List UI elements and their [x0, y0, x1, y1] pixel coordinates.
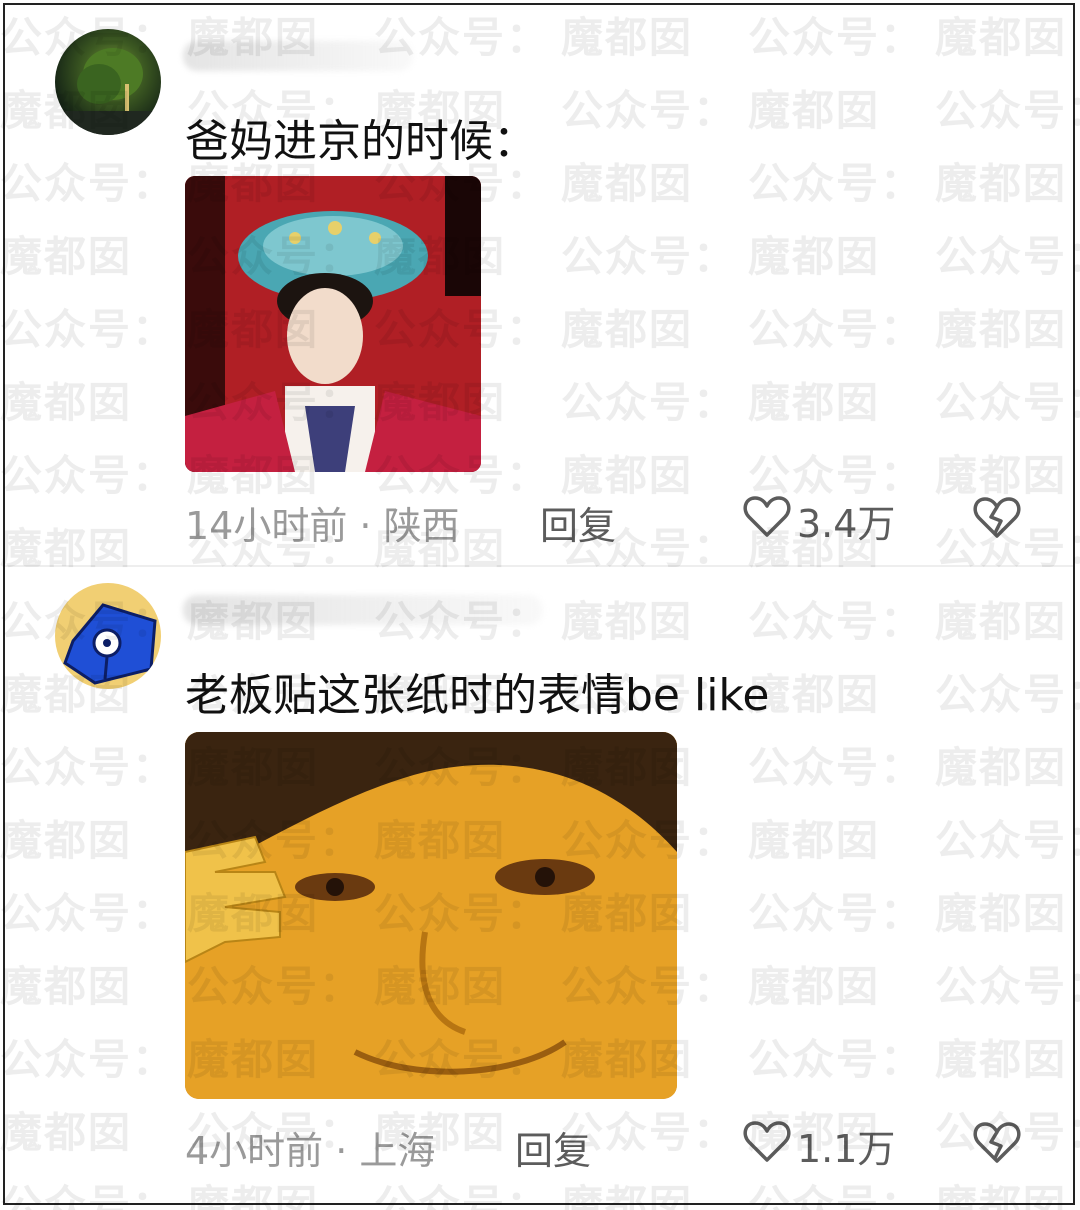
- heart-outline-icon: [743, 494, 791, 547]
- dislike-button[interactable]: [973, 495, 1021, 543]
- dislike-button[interactable]: [973, 1120, 1021, 1168]
- like-count: 1.1万: [797, 1127, 896, 1171]
- comment-image[interactable]: [185, 176, 481, 472]
- comment-item: 老板贴这张纸时的表情be like 4小时前 · 上海 回复 1.1万: [5, 565, 1073, 1203]
- reply-button[interactable]: 回复: [540, 495, 616, 550]
- comment-image[interactable]: [185, 732, 677, 1099]
- comment-item: 爸妈进京的时候： 14小时前 · 陕西 回复 3.4万: [5, 5, 1073, 565]
- avatar[interactable]: [55, 583, 161, 689]
- comment-list: 爸妈进京的时候： 14小时前 · 陕西 回复 3.4万 老板贴这张纸时的表情be…: [3, 3, 1075, 1205]
- username[interactable]: [183, 41, 413, 71]
- like-count: 3.4万: [797, 502, 896, 546]
- reply-button[interactable]: 回复: [515, 1120, 591, 1175]
- comment-meta: 14小时前 · 陕西: [185, 504, 460, 548]
- like-button[interactable]: 3.4万: [743, 493, 895, 548]
- comment-text: 爸妈进京的时候：: [185, 116, 537, 167]
- avatar[interactable]: [55, 29, 161, 135]
- username[interactable]: [183, 595, 543, 625]
- heart-outline-icon: [743, 1119, 791, 1172]
- broken-heart-icon: [973, 497, 1021, 543]
- comment-meta: 4小时前 · 上海: [185, 1129, 436, 1173]
- like-button[interactable]: 1.1万: [743, 1118, 895, 1173]
- broken-heart-icon: [973, 1122, 1021, 1168]
- comment-text: 老板贴这张纸时的表情be like: [185, 670, 770, 721]
